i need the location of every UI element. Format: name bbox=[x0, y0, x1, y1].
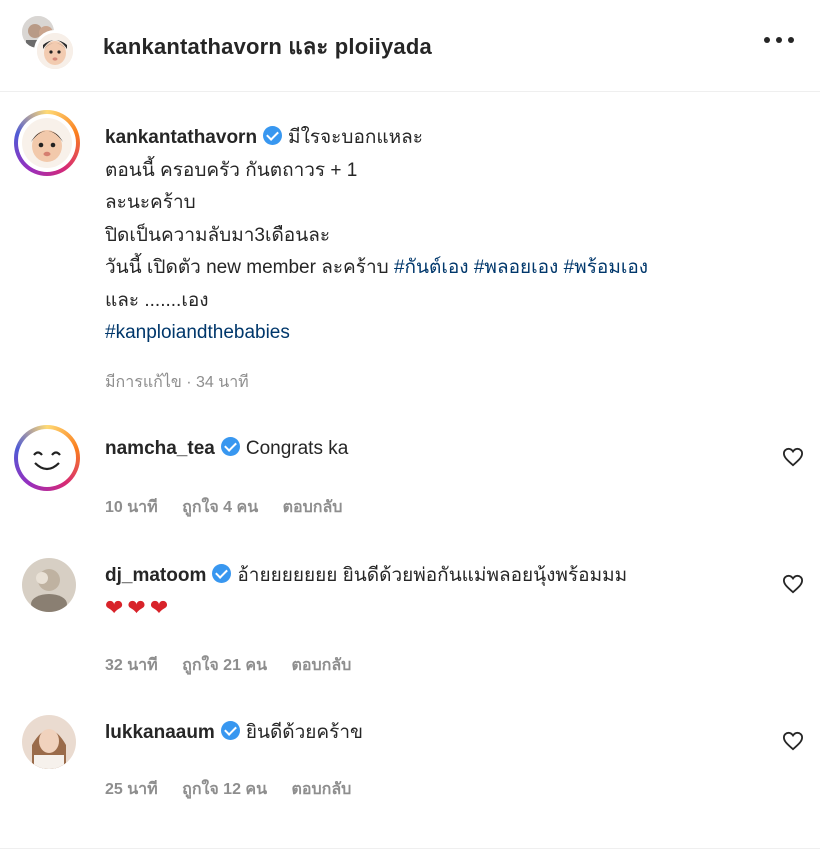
comment-avatar-dj-matoom[interactable] bbox=[22, 558, 76, 612]
comment-1-reply[interactable]: ตอบกลับ bbox=[283, 499, 343, 516]
comment-2-meta: 32 นาที ถูกใจ 21 คน ตอบกลับ bbox=[105, 653, 371, 678]
hashtag-prom[interactable]: #พร้อมเอง bbox=[564, 257, 648, 278]
comment-2-likes[interactable]: ถูกใจ 21 คน bbox=[182, 657, 267, 674]
avatar-kankantathavorn-small bbox=[34, 30, 76, 72]
smiley-face-icon bbox=[22, 433, 72, 483]
verified-badge-icon bbox=[220, 437, 240, 456]
comment-2-reply[interactable]: ตอบกลับ bbox=[292, 657, 352, 674]
like-heart-icon[interactable] bbox=[782, 574, 804, 594]
hashtag-kanploiandthebabies[interactable]: #kanploiandthebabies bbox=[105, 317, 648, 350]
post-header: kankantathavorn และ ploiiyada bbox=[0, 0, 820, 92]
caption-text: kankantathavorn มีใรจะบอกแหละ ตอนนี้ ครอบ… bbox=[105, 122, 648, 350]
comment-avatar-namcha[interactable] bbox=[14, 425, 80, 491]
comment-1-meta: 10 นาที ถูกใจ 4 คน ตอบกลับ bbox=[105, 495, 362, 520]
avatar-photo-icon bbox=[22, 558, 76, 612]
comment-3-username[interactable]: lukkanaaum bbox=[105, 722, 215, 743]
comment-3-meta: 25 นาที ถูกใจ 12 คน ตอบกลับ bbox=[105, 777, 371, 802]
comment-1-time: 10 นาที bbox=[105, 499, 158, 516]
comment-3-body: lukkanaaum ยินดีด้วยคร้าข bbox=[105, 717, 363, 749]
avatar-photo-icon bbox=[22, 715, 76, 769]
comment-3-time: 25 นาที bbox=[105, 781, 158, 798]
like-heart-icon[interactable] bbox=[782, 731, 804, 751]
divider bbox=[0, 848, 820, 849]
comment-1-text: Congrats ka bbox=[245, 438, 349, 459]
verified-badge-icon bbox=[212, 564, 232, 583]
header-title[interactable]: kankantathavorn และ ploiiyada bbox=[103, 29, 432, 64]
caption-line-4: ปิดเป็นความลับมา3เดือนละ bbox=[105, 224, 331, 246]
baby-photo-icon bbox=[22, 118, 72, 168]
collab-avatars[interactable] bbox=[18, 12, 80, 72]
caption-line-6: และ .......เอง bbox=[105, 289, 209, 311]
comment-2-body: dj_matoom อ้ายยยยยยย ยินดีด้วยพ่อกันแม่พล… bbox=[105, 560, 627, 624]
caption-meta: มีการแก้ไข · 34 นาที bbox=[105, 370, 269, 395]
comment-3-reply[interactable]: ตอบกลับ bbox=[292, 781, 352, 798]
comment-1-username[interactable]: namcha_tea bbox=[105, 438, 215, 459]
more-options-icon[interactable] bbox=[764, 34, 794, 46]
comment-2-username[interactable]: dj_matoom bbox=[105, 565, 206, 586]
caption-username[interactable]: kankantathavorn bbox=[105, 127, 257, 148]
like-heart-icon[interactable] bbox=[782, 447, 804, 467]
comment-1-likes[interactable]: ถูกใจ 4 คน bbox=[182, 499, 258, 516]
hashtag-ploy[interactable]: #พลอยเอง bbox=[474, 257, 558, 278]
hashtag-kan[interactable]: #กันต์เอง bbox=[394, 257, 469, 278]
caption-line-3: ละนะคร้าบ bbox=[105, 192, 196, 213]
caption-line-1: มีใรจะบอกแหละ bbox=[288, 127, 423, 148]
comment-avatar-lukkanaaum[interactable] bbox=[22, 715, 76, 769]
caption-avatar[interactable] bbox=[14, 110, 80, 176]
edited-timestamp: มีการแก้ไข · 34 นาที bbox=[105, 374, 249, 391]
verified-badge-icon bbox=[263, 126, 283, 145]
comment-3-likes[interactable]: ถูกใจ 12 คน bbox=[182, 781, 267, 798]
comment-3-text: ยินดีด้วยคร้าข bbox=[245, 722, 364, 743]
comment-1-body: namcha_tea Congrats ka bbox=[105, 433, 348, 465]
comment-2-text: อ้ายยยยยยย ยินดีด้วยพ่อกันแม่พลอยนุ้งพร้… bbox=[237, 565, 628, 586]
caption-line-2: ตอนนี้ ครอบครัว กันตถาวร + 1 bbox=[105, 159, 358, 181]
verified-badge-icon bbox=[220, 721, 240, 740]
comment-2-time: 32 นาที bbox=[105, 657, 158, 674]
caption-line-5: วันนี้ เปิดตัว new member ละคร้าบ bbox=[105, 257, 389, 278]
red-hearts-emoji: ❤❤❤ bbox=[105, 595, 173, 620]
